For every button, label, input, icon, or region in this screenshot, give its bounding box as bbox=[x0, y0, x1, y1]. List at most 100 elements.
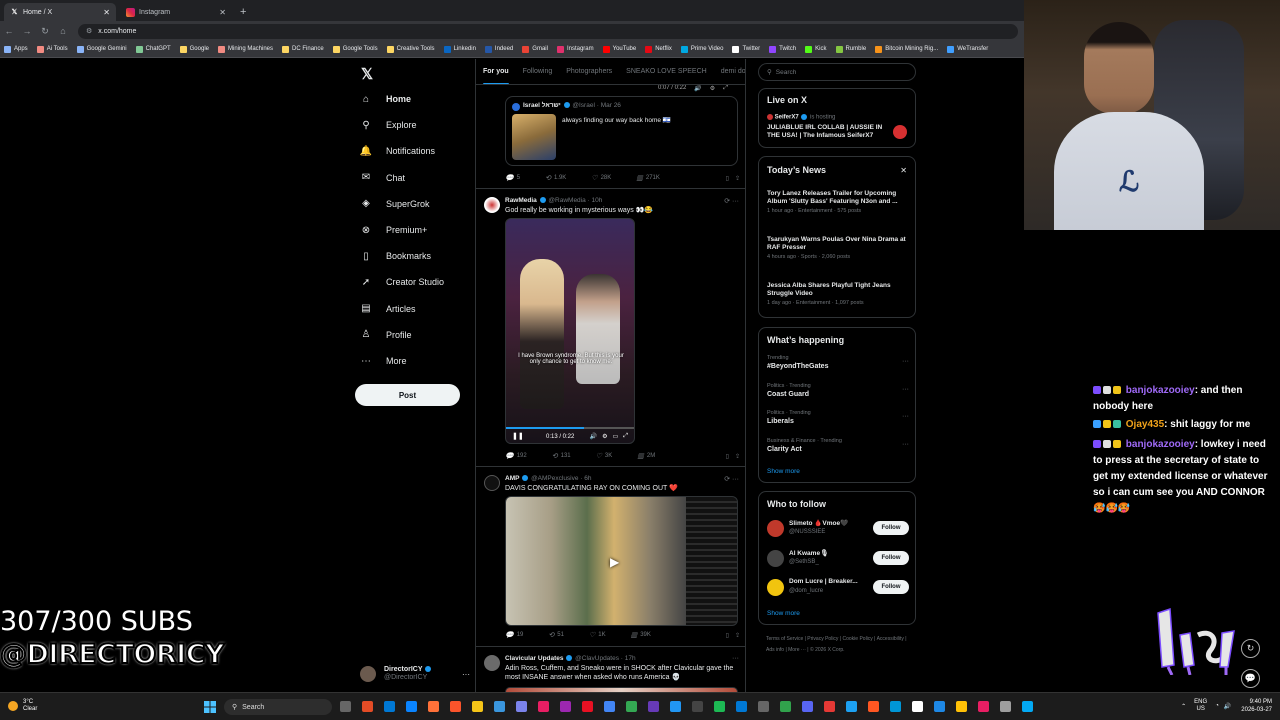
taskbar-app-icon[interactable] bbox=[1000, 701, 1011, 712]
taskbar-app-icon[interactable] bbox=[912, 701, 923, 712]
taskbar-app-icon[interactable] bbox=[626, 701, 637, 712]
refresh-circle-icon[interactable]: ↻ bbox=[1241, 639, 1260, 658]
post-author[interactable]: RawMedia bbox=[505, 197, 537, 204]
taskbar-app-icon[interactable] bbox=[824, 701, 835, 712]
quoted-post[interactable]: Israel ישראל @Israel · Mar 26 always fin… bbox=[505, 96, 738, 166]
news-item[interactable]: Tory Lanez Releases Trailer for Upcoming… bbox=[767, 190, 909, 214]
timeline-tab[interactable]: demi dog bbox=[721, 59, 745, 84]
more-icon[interactable]: ··· bbox=[902, 358, 909, 365]
nav-item-profile[interactable]: ♙ Profile bbox=[360, 329, 470, 341]
clock[interactable]: 9:40 PM 2026-03-27 bbox=[1241, 698, 1272, 714]
back-icon[interactable]: ← bbox=[0, 26, 18, 36]
reply-button[interactable]: 💬 192 bbox=[505, 452, 527, 460]
taskbar-app-icon[interactable] bbox=[868, 701, 879, 712]
post-handle[interactable]: @ClavUpdates bbox=[575, 655, 619, 662]
taskbar-app-icon[interactable] bbox=[714, 701, 725, 712]
avatar[interactable] bbox=[484, 475, 500, 491]
play-icon[interactable]: ▶ bbox=[610, 555, 619, 569]
more-icon[interactable]: ··· bbox=[902, 441, 909, 448]
taskbar-app-icon[interactable] bbox=[692, 701, 703, 712]
avatar[interactable] bbox=[484, 655, 500, 671]
taskbar-app-icon[interactable] bbox=[582, 701, 593, 712]
video-progress[interactable] bbox=[506, 427, 584, 429]
chat-username[interactable]: Ojay435 bbox=[1126, 419, 1164, 430]
bookmark-item[interactable]: DC Finance bbox=[282, 45, 324, 53]
taskbar-app-icon[interactable] bbox=[670, 701, 681, 712]
taskbar-app-icon[interactable] bbox=[1022, 701, 1033, 712]
bookmark-item[interactable]: Google Gemini bbox=[76, 45, 127, 53]
like-button[interactable]: ♡ 3K bbox=[596, 452, 613, 460]
taskbar-search[interactable]: ⚲ Search bbox=[224, 699, 332, 715]
post-time[interactable]: 17h bbox=[625, 655, 636, 662]
timeline-post[interactable]: 0:07 / 0:22 🔊 ⚙ ⤢ Israel ישראל @Israel ·… bbox=[476, 85, 745, 189]
more-icon[interactable]: ··· bbox=[462, 670, 470, 679]
x-logo-icon[interactable]: 𝕏 bbox=[361, 65, 373, 83]
bookmark-item[interactable]: Mining Machines bbox=[218, 45, 273, 53]
nav-item-notifications[interactable]: 🔔 Notifications bbox=[360, 145, 470, 157]
bookmark-item[interactable]: Rumble bbox=[835, 45, 866, 53]
trend-item[interactable]: Trending #BeyondTheGates ··· bbox=[767, 355, 909, 370]
more-icon[interactable]: ⟳ ··· bbox=[724, 197, 739, 205]
live-indicator-icon[interactable] bbox=[893, 125, 907, 139]
chat-bubble-icon[interactable]: 💬 bbox=[1241, 669, 1260, 688]
bookmark-item[interactable]: Kick bbox=[805, 45, 827, 53]
search-input[interactable]: ⚲ Search bbox=[758, 63, 916, 81]
follow-suggestion[interactable]: Slimeto 🩸Vmoe🖤 @NUSSSIEE Follow bbox=[767, 519, 909, 539]
taskbar-app-icon[interactable] bbox=[780, 701, 791, 712]
bookmark-item[interactable]: Creative Tools bbox=[386, 45, 435, 53]
bookmark-item[interactable]: Netflix bbox=[645, 45, 672, 53]
post-author[interactable]: Clavicular Updates bbox=[505, 655, 564, 662]
taskbar-app-icon[interactable] bbox=[472, 701, 483, 712]
url-input[interactable]: ⚙ x.com/home bbox=[78, 23, 1018, 39]
bookmark-item[interactable]: WeTransfer bbox=[947, 45, 988, 53]
bookmark-icon[interactable]: ▯ bbox=[726, 174, 729, 182]
fullscreen-icon[interactable]: ⤢ bbox=[723, 85, 728, 93]
nav-item-articles[interactable]: ▤ Articles bbox=[360, 303, 470, 315]
pip-icon[interactable]: ▭ bbox=[613, 433, 619, 440]
show-more-link[interactable]: Show more bbox=[767, 468, 800, 475]
bookmark-item[interactable]: YouTube bbox=[602, 45, 636, 53]
like-button[interactable]: ♡ 28K bbox=[591, 174, 611, 182]
quote-thumbnail[interactable] bbox=[512, 114, 556, 160]
timeline-post[interactable]: AMP @AMPexclusive · 6h ⟳ ··· DAVIS CONGR… bbox=[476, 467, 745, 647]
footer-links[interactable]: Terms of Service | Privacy Policy | Cook… bbox=[766, 634, 916, 656]
post-handle[interactable]: @AMPexclusive bbox=[531, 475, 578, 482]
post-author[interactable]: AMP bbox=[505, 475, 519, 482]
avatar[interactable] bbox=[767, 520, 784, 537]
settings-icon[interactable]: ⚙ bbox=[602, 433, 607, 440]
trend-item[interactable]: Politics · Trending Coast Guard ··· bbox=[767, 383, 909, 398]
chat-username[interactable]: banjokazooiey bbox=[1126, 439, 1195, 450]
follow-suggestion[interactable]: Dom Lucre | Breaker... @dom_lucre Follow bbox=[767, 578, 909, 598]
more-icon[interactable]: ··· bbox=[902, 413, 909, 420]
windows-start-icon[interactable] bbox=[204, 701, 216, 713]
taskbar-app-icon[interactable] bbox=[450, 701, 461, 712]
timeline-tab[interactable]: SNEAKO LOVE SPEECH bbox=[626, 59, 707, 84]
close-icon[interactable]: ✕ bbox=[900, 166, 907, 175]
taskbar-app-icon[interactable] bbox=[406, 701, 417, 712]
chevron-up-icon[interactable]: ⌃ bbox=[1181, 703, 1186, 710]
post-time[interactable]: 6h bbox=[584, 475, 591, 482]
bookmark-item[interactable]: Gmail bbox=[522, 45, 548, 53]
home-icon[interactable]: ⌂ bbox=[54, 26, 72, 36]
bookmark-item[interactable]: Linkedin bbox=[443, 45, 476, 53]
taskbar-app-icon[interactable] bbox=[802, 701, 813, 712]
bookmark-item[interactable]: Prime Video bbox=[680, 45, 723, 53]
taskbar-app-icon[interactable] bbox=[516, 701, 527, 712]
views-button[interactable]: ▥ 39K bbox=[631, 631, 651, 639]
post-video[interactable]: ▶ bbox=[505, 496, 738, 626]
more-icon[interactable]: ··· bbox=[732, 655, 739, 662]
taskbar-app-icon[interactable] bbox=[362, 701, 373, 712]
close-icon[interactable]: ✕ bbox=[103, 8, 110, 17]
bookmark-item[interactable]: Google Tools bbox=[332, 45, 378, 53]
taskbar-app-icon[interactable] bbox=[538, 701, 549, 712]
reload-icon[interactable]: ↻ bbox=[36, 26, 54, 37]
post-handle[interactable]: @RawMedia bbox=[548, 197, 585, 204]
chat-username[interactable]: banjokazooiey bbox=[1126, 385, 1195, 396]
taskbar-app-icon[interactable] bbox=[758, 701, 769, 712]
nav-item-premium[interactable]: ⊗ Premium+ bbox=[360, 224, 470, 236]
taskbar-app-icon[interactable] bbox=[978, 701, 989, 712]
nav-item-more[interactable]: ⋯ More bbox=[360, 355, 470, 367]
show-more-link[interactable]: Show more bbox=[767, 610, 800, 617]
nav-item-chat[interactable]: ✉ Chat bbox=[360, 172, 470, 184]
volume-icon[interactable]: 🔊 bbox=[590, 433, 597, 440]
